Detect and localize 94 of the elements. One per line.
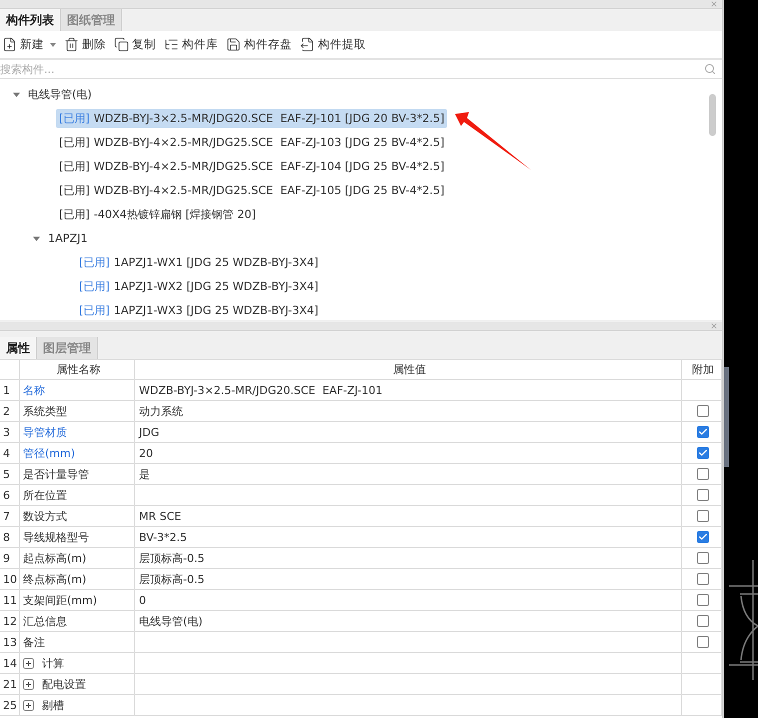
tree-item[interactable]: [已用] 1APZJ1-WX2 [JDG 25 WDZB-BYJ-3X4] [76, 276, 322, 296]
toolbar-button[interactable]: 构件存盘 [226, 37, 292, 52]
close-icon[interactable] [710, 0, 718, 8]
row-number: 1 [0, 380, 20, 400]
tree-item[interactable]: [已用] 1APZJ1-WX3 [JDG 25 WDZB-BYJ-3X4] [76, 300, 322, 320]
checkbox[interactable] [697, 447, 709, 459]
checkbox[interactable] [697, 405, 709, 417]
property-name: 起点标高(m) [20, 548, 135, 568]
property-name: 备注 [20, 632, 135, 652]
new-file-icon [2, 37, 17, 52]
expand-icon[interactable] [23, 658, 34, 668]
tree-group[interactable]: 电线导管(电) [10, 84, 95, 104]
caret-icon[interactable] [33, 234, 40, 242]
property-name: 导管材质 [20, 422, 135, 442]
panel-tab[interactable]: 构件列表 [0, 9, 61, 31]
search-icon[interactable] [704, 63, 716, 75]
save-icon [226, 37, 241, 52]
tree-item[interactable]: [已用] 1APZJ1-WX1 [JDG 25 WDZB-BYJ-3X4] [76, 252, 322, 272]
column-header: 属性名称 [20, 360, 135, 379]
row-number: 6 [0, 485, 20, 505]
property-name: 名称 [20, 380, 135, 400]
expand-icon[interactable] [23, 700, 34, 710]
property-name: 汇总信息 [20, 611, 135, 631]
property-value[interactable]: WDZB-BYJ-3×2.5-MR/JDG20.SCE EAF-ZJ-101 [135, 380, 682, 400]
row-number: 11 [0, 590, 20, 610]
checkbox[interactable] [697, 426, 709, 438]
row-number: 9 [0, 548, 20, 568]
property-value[interactable]: 20 [135, 443, 682, 463]
checkbox[interactable] [697, 615, 709, 627]
tree-item[interactable]: [已用] WDZB-BYJ-4×2.5-MR/JDG25.SCE EAF-ZJ-103 [JDG 25 BV-4*2.5] [56, 132, 448, 152]
property-value[interactable]: MR SCE [135, 506, 682, 526]
property-value[interactable]: 电线导管(电) [135, 611, 682, 631]
property-value[interactable]: JDG [135, 422, 682, 442]
column-header: 附加 [682, 360, 722, 379]
property-value[interactable]: 层顶标高-0.5 [135, 569, 682, 589]
row-number: 10 [0, 569, 20, 589]
scrollbar[interactable] [709, 94, 716, 136]
row-number: 8 [0, 527, 20, 547]
panel-tab[interactable]: 属性 [0, 337, 37, 359]
checkbox[interactable] [697, 573, 709, 585]
row-number: 7 [0, 506, 20, 526]
toolbar-button[interactable]: 删除 [64, 37, 106, 52]
property-value[interactable]: 动力系统 [135, 401, 682, 421]
export-icon [300, 37, 315, 52]
property-value[interactable]: 层顶标高-0.5 [135, 548, 682, 568]
column-header: 属性值 [135, 360, 682, 379]
checkbox[interactable] [697, 531, 709, 543]
caret-icon[interactable] [13, 90, 20, 98]
tree-group[interactable]: 1APZJ1 [30, 230, 91, 246]
group-name: 计算 [42, 656, 64, 670]
checkbox[interactable] [697, 552, 709, 564]
caret-icon[interactable] [50, 42, 56, 48]
property-value[interactable]: 0 [135, 590, 682, 610]
property-value[interactable]: 是 [135, 464, 682, 484]
list-icon [164, 37, 179, 52]
row-number: 25 [0, 695, 20, 715]
property-name: 系统类型 [20, 401, 135, 421]
tree-item[interactable]: [已用] WDZB-BYJ-4×2.5-MR/JDG25.SCE EAF-ZJ-105 [JDG 25 BV-4*2.5] [56, 180, 448, 200]
property-name: 导线规格型号 [20, 527, 135, 547]
checkbox[interactable] [697, 468, 709, 480]
checkbox[interactable] [697, 510, 709, 522]
copy-icon [114, 37, 129, 52]
expand-icon[interactable] [23, 678, 34, 690]
property-name: 数设方式 [20, 506, 135, 526]
checkbox[interactable] [697, 489, 709, 501]
property-name: 支架间距(mm) [20, 590, 135, 610]
tree-item[interactable]: [已用] WDZB-BYJ-4×2.5-MR/JDG25.SCE EAF-ZJ-104 [JDG 25 BV-4*2.5] [56, 156, 448, 176]
toolbar-button[interactable]: 构件库 [164, 37, 218, 52]
row-number: 3 [0, 422, 20, 442]
group-name: 配电设置 [42, 676, 86, 692]
property-value[interactable]: BV-3*2.5 [135, 527, 682, 547]
row-number: 14 [0, 653, 20, 673]
checkbox[interactable] [697, 636, 709, 648]
tree-item[interactable]: [已用] -40X4热镀锌扁钢 [焊接钢管 20] [56, 204, 259, 224]
scrollbar[interactable] [724, 367, 729, 467]
trash-icon [64, 37, 79, 52]
property-name: 终点标高(m) [20, 569, 135, 589]
toolbar-button[interactable]: 新建 [2, 37, 56, 52]
search-field[interactable]: 搜索构件... [0, 60, 722, 79]
row-number: 2 [0, 401, 20, 421]
property-name: 所在位置 [20, 485, 135, 505]
row-number: 4 [0, 443, 20, 463]
row-number: 12 [0, 611, 20, 631]
row-number: 5 [0, 464, 20, 484]
row-number: 21 [0, 674, 20, 694]
group-name: 剔槽 [42, 698, 64, 712]
row-number: 13 [0, 632, 20, 652]
close-icon[interactable] [710, 322, 718, 330]
tree-item[interactable]: [已用] WDZB-BYJ-3×2.5-MR/JDG20.SCE EAF-ZJ-101 [JDG 20 BV-3*2.5] [56, 108, 448, 128]
toolbar-button[interactable]: 复制 [114, 37, 156, 52]
property-name: 管径(mm) [20, 443, 135, 463]
toolbar-button[interactable]: 构件提取 [300, 37, 366, 52]
property-name: 是否计量导管 [20, 464, 135, 484]
checkbox[interactable] [697, 594, 709, 606]
